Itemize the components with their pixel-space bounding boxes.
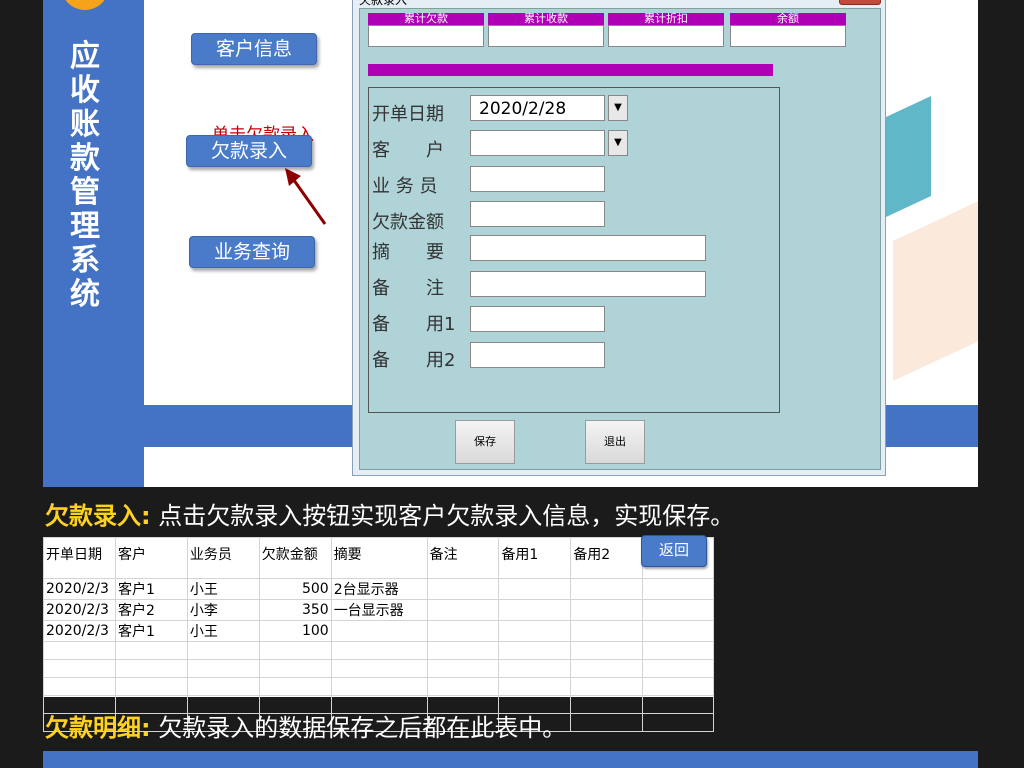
table-cell: 2020/2/3 (43, 578, 116, 600)
column-header: 欠款金额 (258, 537, 332, 579)
app-screenshot: 应收账款管理系统 客户信息 单击欠款录入 欠款录入 业务查询 欠款录入 累计欠款… (43, 0, 978, 487)
table-row (43, 677, 714, 696)
debt-entry-button[interactable]: 欠款录入 (186, 135, 312, 167)
business-query-button[interactable]: 业务查询 (189, 236, 315, 268)
customer-field[interactable] (470, 130, 605, 156)
column-header: 开单日期 (43, 537, 116, 579)
table-row: 2020/2/3 客户2 小李 350 一台显示器 (43, 599, 714, 621)
column-header: 摘要 (330, 537, 428, 579)
table-cell: 小李 (186, 599, 260, 621)
table-row (43, 659, 714, 678)
remark-field[interactable] (470, 271, 706, 297)
spare1-field[interactable] (470, 306, 605, 332)
chevron-down-icon[interactable]: ▼ (608, 95, 628, 121)
column-header: 备用2 (570, 537, 644, 579)
balance-field (730, 25, 846, 47)
total-received-field (488, 25, 604, 47)
column-header: 备用1 (498, 537, 572, 579)
back-button[interactable]: 返回 (641, 535, 707, 567)
summary-label: 累计欠款 (368, 13, 484, 25)
caption-text: 欠款录入的数据保存之后都在此表中。 (158, 714, 567, 742)
table-cell: 客户1 (114, 578, 188, 600)
table-cell: 小王 (186, 620, 260, 642)
summary-field[interactable] (470, 235, 706, 261)
summary-label: 累计折扣 (608, 13, 724, 25)
customer-info-button[interactable]: 客户信息 (191, 33, 317, 65)
debt-entry-dialog: 欠款录入 累计欠款 累计收款 累计折扣 余额 开单日期 2020/2/28 ▼ … (352, 0, 886, 476)
remark-label: 备 注 (372, 278, 444, 299)
table-cell (570, 620, 644, 642)
caption-text: 点击欠款录入按钮实现客户欠款录入信息，实现保存。 (158, 502, 735, 530)
table-cell (498, 620, 572, 642)
table-cell (570, 599, 644, 621)
table-cell (570, 578, 644, 600)
table-cell: 一台显示器 (330, 599, 428, 621)
decorative-shape (893, 199, 978, 381)
spare2-label: 备 用2 (372, 350, 456, 371)
amount-label: 欠款金额 (372, 212, 444, 233)
summary-field-label: 摘 要 (372, 242, 444, 263)
table-cell (426, 620, 500, 642)
detail-table: 开单日期 客户 业务员 欠款金额 摘要 备注 备用1 备用2 2020/2/3 … (43, 537, 714, 732)
table-cell (426, 599, 500, 621)
table-cell: 350 (258, 599, 332, 621)
table-cell: 2020/2/3 (43, 599, 116, 621)
table-cell: 小王 (186, 578, 260, 600)
total-debt-field (368, 25, 484, 47)
table-cell (642, 620, 714, 642)
save-button[interactable]: 保存 (455, 420, 515, 464)
progress-bar (368, 64, 773, 76)
column-header: 备注 (426, 537, 500, 579)
table-cell: 100 (258, 620, 332, 642)
column-header: 业务员 (186, 537, 260, 579)
table-cell (642, 599, 714, 621)
table-cell (642, 578, 714, 600)
caption-detail: 欠款明细: 欠款录入的数据保存之后都在此表中。 (45, 708, 566, 743)
caption-lead: 欠款明细: (45, 714, 151, 742)
table-row (43, 641, 714, 660)
table-cell: 客户1 (114, 620, 188, 642)
table-cell: 2020/2/3 (43, 620, 116, 642)
column-header: 客户 (114, 537, 188, 579)
system-title: 应收账款管理系统 (70, 39, 100, 312)
caption-entry: 欠款录入: 点击欠款录入按钮实现客户欠款录入信息，实现保存。 (45, 496, 734, 531)
summary-label: 累计收款 (488, 13, 604, 25)
date-field[interactable]: 2020/2/28 (470, 95, 605, 121)
dialog-body: 累计欠款 累计收款 累计折扣 余额 开单日期 2020/2/28 ▼ 客 户 ▼… (359, 8, 881, 470)
dialog-title: 欠款录入 (359, 0, 408, 7)
table-cell (498, 578, 572, 600)
salesman-label: 业 务 员 (372, 176, 438, 197)
summary-label: 余额 (730, 13, 846, 25)
date-label: 开单日期 (372, 104, 444, 125)
detail-sheet: 开单日期 客户 业务员 欠款金额 摘要 备注 备用1 备用2 2020/2/3 … (43, 537, 714, 732)
close-button[interactable] (839, 0, 881, 5)
salesman-field[interactable] (470, 166, 605, 192)
chevron-down-icon[interactable]: ▼ (608, 130, 628, 156)
customer-label: 客 户 (372, 140, 444, 161)
spare2-field[interactable] (470, 342, 605, 368)
table-row: 2020/2/3 客户1 小王 100 (43, 620, 714, 642)
footer-band (43, 751, 978, 768)
amount-field[interactable] (470, 201, 605, 227)
arrow-icon (285, 168, 327, 225)
total-discount-field (608, 25, 724, 47)
table-header-row: 开单日期 客户 业务员 欠款金额 摘要 备注 备用1 备用2 (43, 537, 714, 579)
exit-button[interactable]: 退出 (585, 420, 645, 464)
form-frame: 开单日期 2020/2/28 ▼ 客 户 ▼ 业 务 员 欠款金额 摘 要 备 … (368, 87, 780, 413)
table-cell (330, 620, 428, 642)
table-cell (498, 599, 572, 621)
table-cell: 500 (258, 578, 332, 600)
logo-icon (61, 0, 109, 10)
spare1-label: 备 用1 (372, 314, 456, 335)
caption-lead: 欠款录入: (45, 502, 151, 530)
table-cell: 2台显示器 (330, 578, 428, 600)
table-cell: 客户2 (114, 599, 188, 621)
table-cell (426, 578, 500, 600)
table-row: 2020/2/3 客户1 小王 500 2台显示器 (43, 578, 714, 600)
